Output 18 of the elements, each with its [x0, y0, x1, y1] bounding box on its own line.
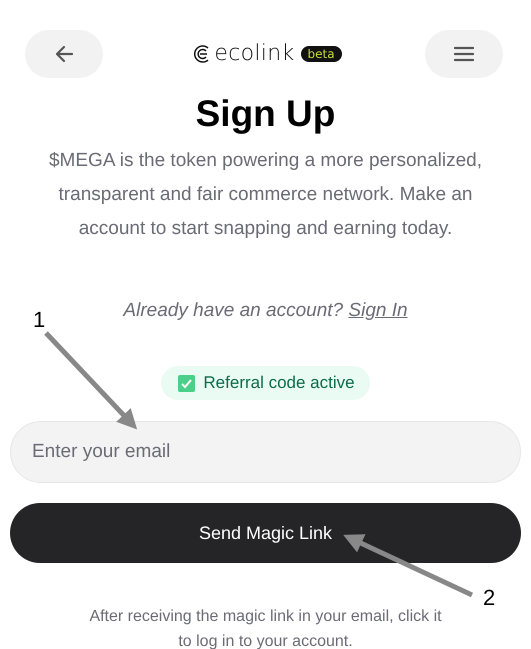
- back-arrow-icon: [54, 45, 74, 63]
- logo-text: ecolink: [214, 43, 295, 65]
- back-button[interactable]: [25, 30, 103, 78]
- email-field[interactable]: Enter your email: [10, 421, 521, 483]
- menu-icon: [454, 46, 474, 62]
- beta-badge: beta: [300, 46, 342, 62]
- send-magic-link-button[interactable]: Send Magic Link: [10, 503, 521, 563]
- annotation-number: 1: [33, 307, 46, 333]
- page-title: Sign Up: [196, 92, 336, 136]
- footnote-text: After receiving the magic link in your email, click it to log in to your account.: [88, 607, 443, 649]
- logo-icon: [192, 44, 210, 64]
- checkbox-icon: [178, 374, 196, 392]
- referral-text: Referral code active: [203, 373, 355, 393]
- signin-prompt: Already have an account? Sign In: [123, 299, 408, 323]
- menu-button[interactable]: [424, 30, 503, 78]
- signin-link[interactable]: Sign In: [348, 300, 408, 321]
- intro-text: $MEGA is the token powering a more personalized, transparent and fair commerce network. Make an account to start snapping and earning today.: [48, 149, 483, 241]
- annotation-number: 2: [483, 585, 496, 611]
